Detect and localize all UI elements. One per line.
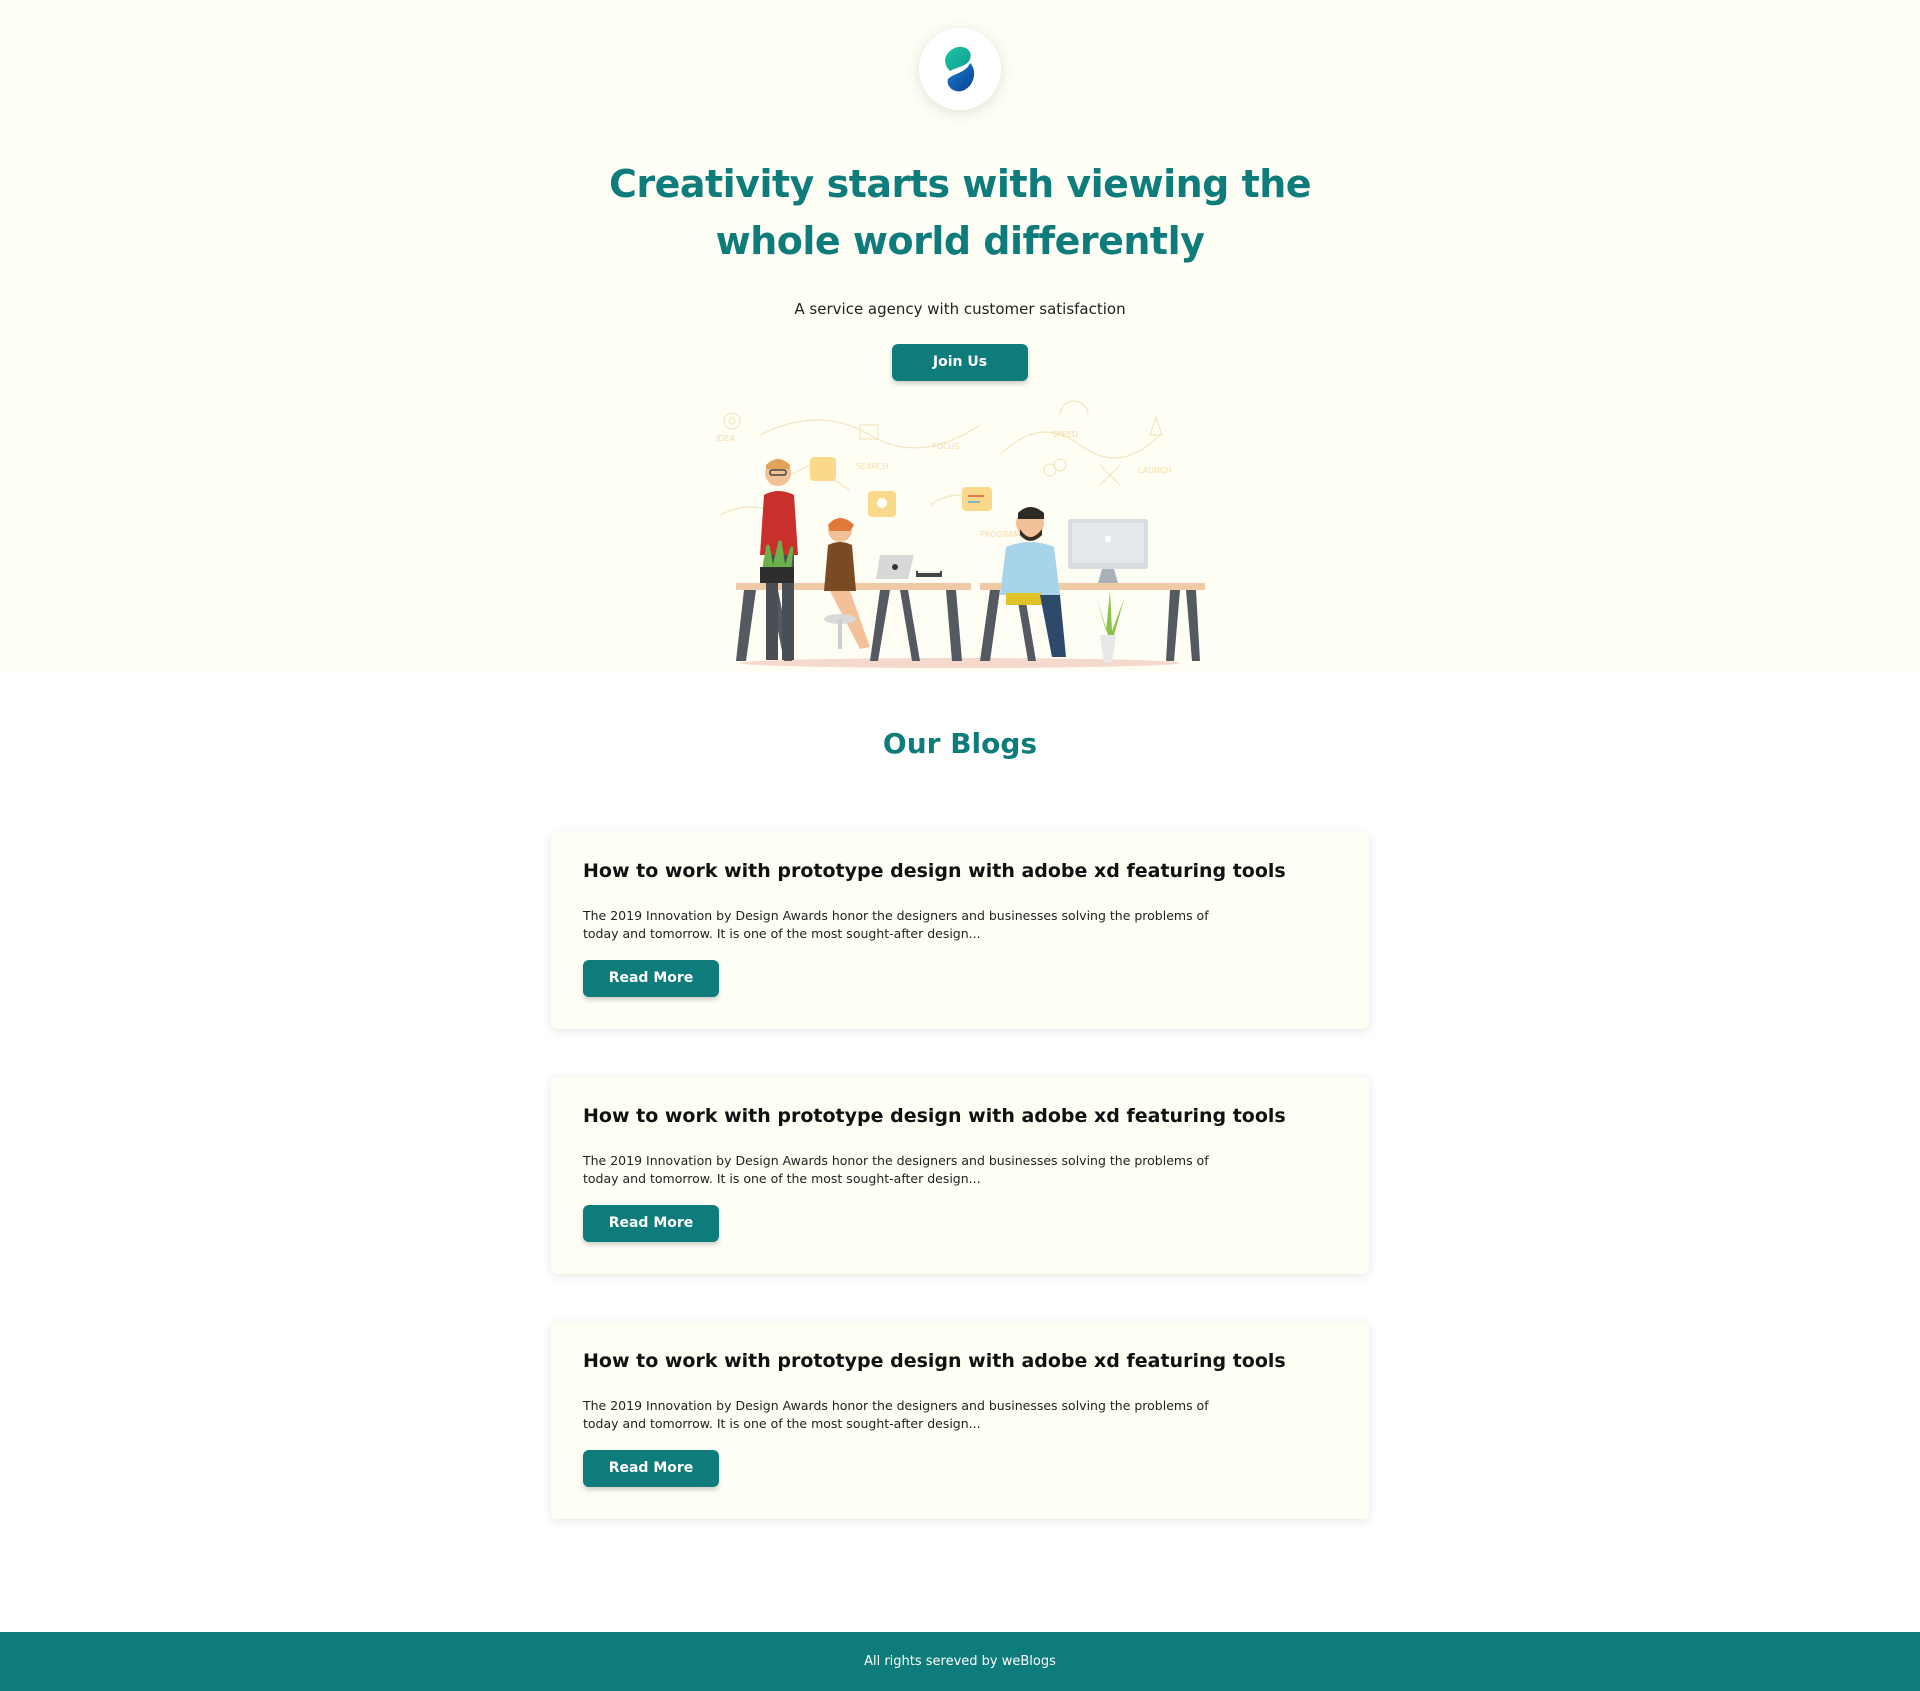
logo[interactable] — [919, 28, 1001, 110]
blog-card-excerpt: The 2019 Innovation by Design Awards hon… — [583, 1153, 1209, 1186]
read-more-button[interactable]: Read More — [583, 1205, 719, 1242]
read-more-button[interactable]: Read More — [583, 1450, 719, 1487]
office-team-illustration: IDEA FOCUS PROGRAMMING LAUNCH SPEED SEAR… — [716, 400, 1205, 668]
doodle-label: FOCUS — [932, 442, 959, 451]
logo-icon — [945, 46, 975, 92]
read-more-button[interactable]: Read More — [583, 960, 719, 997]
doodle-label: SEARCH — [856, 462, 888, 471]
blogs-section-title: Our Blogs — [882, 727, 1038, 760]
blog-card-title: How to work with prototype design with a… — [583, 860, 1286, 882]
join-us-button[interactable]: Join Us — [892, 344, 1028, 381]
blog-card: How to work with prototype design with a… — [551, 1322, 1369, 1519]
blog-card-title: How to work with prototype design with a… — [583, 1105, 1286, 1127]
hero-title-line1: Creativity starts with viewing the — [608, 162, 1312, 206]
blog-card: How to work with prototype design with a… — [551, 1077, 1369, 1274]
doodle-label: LAUNCH — [1138, 466, 1172, 475]
doodle-label: SPEED — [1052, 430, 1078, 439]
doodle-label: IDEA — [716, 434, 736, 443]
hero-title-line2: whole world differently — [715, 219, 1205, 263]
hero-title: Creativity starts with viewing the whole… — [560, 156, 1360, 270]
footer-text: All rights sereved by weBlogs — [864, 1654, 1056, 1669]
blog-card-excerpt: The 2019 Innovation by Design Awards hon… — [583, 1398, 1209, 1431]
footer: All rights sereved by weBlogs — [0, 1632, 1920, 1691]
blog-card-title: How to work with prototype design with a… — [583, 1350, 1286, 1372]
blog-card-excerpt: The 2019 Innovation by Design Awards hon… — [583, 908, 1209, 941]
blog-card: How to work with prototype design with a… — [551, 832, 1369, 1029]
hero-section: Creativity starts with viewing the whole… — [0, 0, 1920, 672]
hero-subtitle: A service agency with customer satisfact… — [794, 300, 1126, 318]
